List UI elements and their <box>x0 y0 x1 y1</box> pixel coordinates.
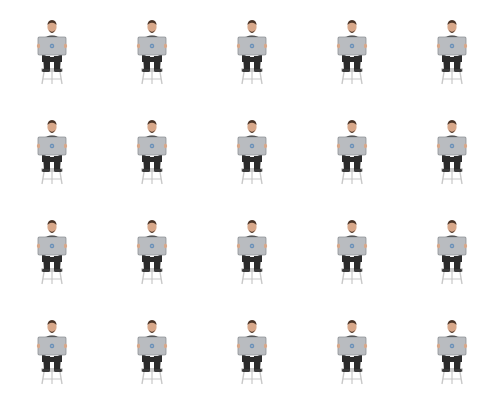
person-sitting-on-stool-with-laptop-icon <box>132 16 172 86</box>
person-sitting-on-stool-with-laptop-icon <box>332 116 372 186</box>
person-sitting-on-stool-with-laptop-icon <box>32 316 72 386</box>
person-sitting-on-stool-with-laptop-icon <box>432 316 472 386</box>
person-sitting-on-stool-with-laptop-icon <box>332 16 372 86</box>
person-sitting-on-stool-with-laptop-icon <box>232 216 272 286</box>
person-sitting-on-stool-with-laptop-icon <box>232 16 272 86</box>
person-sitting-on-stool-with-laptop-icon <box>132 116 172 186</box>
person-sitting-on-stool-with-laptop-icon <box>232 116 272 186</box>
person-sitting-on-stool-with-laptop-icon <box>32 216 72 286</box>
person-sitting-on-stool-with-laptop-icon <box>32 16 72 86</box>
person-sitting-on-stool-with-laptop-icon <box>132 216 172 286</box>
person-sitting-on-stool-with-laptop-icon <box>432 16 472 86</box>
person-sitting-on-stool-with-laptop-icon <box>332 216 372 286</box>
person-sitting-on-stool-with-laptop-icon <box>232 316 272 386</box>
figure-grid <box>0 0 500 400</box>
person-sitting-on-stool-with-laptop-icon <box>32 116 72 186</box>
person-sitting-on-stool-with-laptop-icon <box>132 316 172 386</box>
person-sitting-on-stool-with-laptop-icon <box>332 316 372 386</box>
person-sitting-on-stool-with-laptop-icon <box>432 116 472 186</box>
person-sitting-on-stool-with-laptop-icon <box>432 216 472 286</box>
